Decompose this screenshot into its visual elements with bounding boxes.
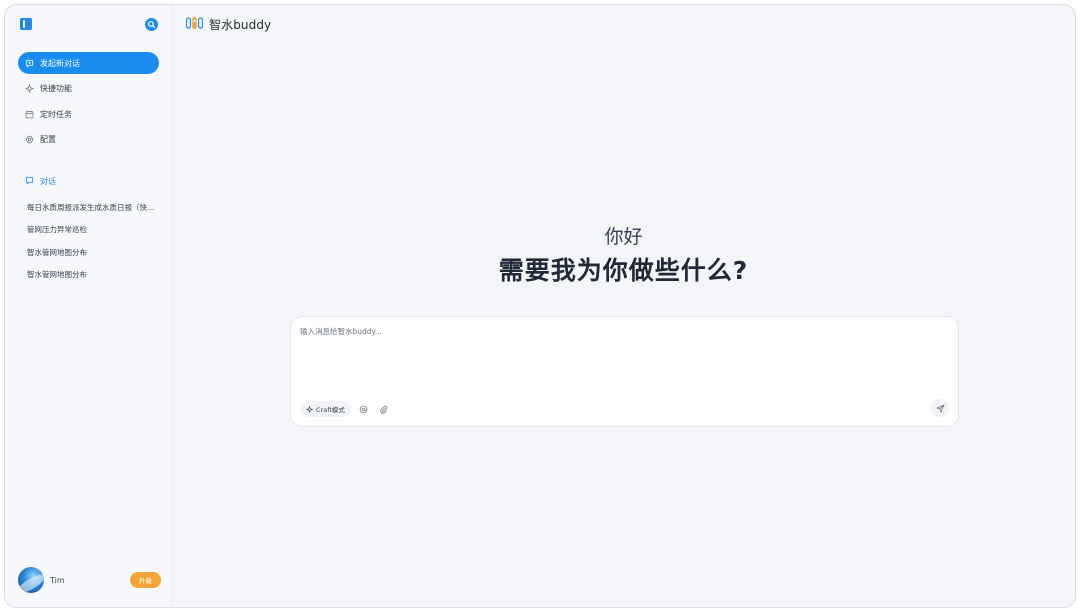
sidebar-header: [15, 5, 161, 43]
send-button[interactable]: [931, 399, 949, 417]
chat-plus-icon: [25, 59, 34, 68]
sidebar: 发起新对话 快捷功能 定时任务 配置 对话 每日水质周报派发生成水质日报（快捷 …: [5, 5, 172, 607]
search-icon[interactable]: [145, 17, 158, 31]
greeting-subtitle: 你好: [604, 226, 643, 248]
sidebar-item-label: 定时任务: [40, 109, 72, 119]
attachment-icon[interactable]: [377, 402, 391, 416]
send-icon: [936, 404, 944, 412]
sparkle-icon: [25, 84, 34, 93]
sidebar-footer: Tim 升级: [18, 567, 161, 593]
user-name: Tim: [50, 575, 65, 585]
sidebar-nav: 发起新对话 快捷功能 定时任务 配置: [15, 52, 161, 151]
conversation-list: 每日水质周报派发生成水质日报（快捷功能） 管网压力异常巡检 智水管网地图分布 智…: [15, 197, 161, 287]
new-chat-label: 发起新对话: [40, 58, 80, 68]
message-input[interactable]: [300, 326, 940, 386]
logo-icon: [185, 15, 204, 34]
upgrade-button[interactable]: 升级: [130, 572, 161, 588]
brand-name: 智水buddy: [209, 17, 272, 32]
message-composer: Craft模式: [290, 316, 959, 427]
sidebar-item-label: 配置: [40, 135, 56, 145]
composer-toolbar: Craft模式: [300, 401, 391, 417]
sidebar-item-label: 快捷功能: [40, 84, 72, 94]
avatar[interactable]: [18, 567, 44, 593]
main-panel: 智水buddy 你好 需要我为你做些什么? Craft模式: [172, 5, 1075, 607]
conversations-section-title: 对话: [15, 175, 161, 189]
greeting-title: 需要我为你做些什么?: [498, 256, 749, 285]
sidebar-toggle-icon[interactable]: [20, 18, 32, 30]
calendar-icon: [25, 110, 34, 119]
craft-mode-label: Craft模式: [316, 406, 345, 414]
sparkle-icon: [306, 405, 313, 413]
sidebar-item-shortcuts[interactable]: 快捷功能: [15, 78, 161, 100]
list-item[interactable]: 智水管网地图分布: [15, 242, 161, 265]
list-item[interactable]: 每日水质周报派发生成水质日报（快捷功能）: [15, 197, 161, 220]
gear-icon: [25, 135, 34, 144]
sidebar-item-scheduled-tasks[interactable]: 定时任务: [15, 103, 161, 125]
app-window: 发起新对话 快捷功能 定时任务 配置 对话 每日水质周报派发生成水质日报（快捷 …: [4, 4, 1076, 608]
new-chat-button[interactable]: 发起新对话: [18, 52, 159, 74]
chat-icon: [25, 176, 34, 187]
sidebar-item-settings[interactable]: 配置: [15, 129, 161, 151]
craft-mode-button[interactable]: Craft模式: [300, 401, 351, 417]
list-item[interactable]: 管网压力异常巡检: [15, 219, 161, 242]
section-title-label: 对话: [40, 177, 56, 187]
brand: 智水buddy: [185, 15, 272, 34]
user-profile[interactable]: Tim: [18, 567, 65, 593]
mention-icon[interactable]: [357, 402, 371, 416]
list-item[interactable]: 智水管网地图分布: [15, 264, 161, 287]
